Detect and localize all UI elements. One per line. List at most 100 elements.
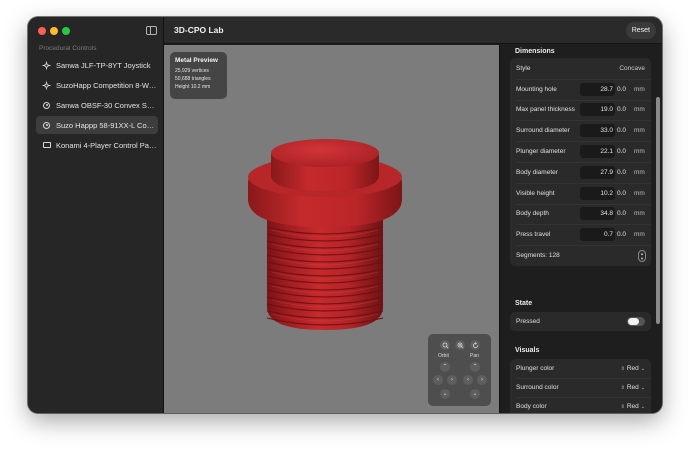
visuals-heading: Visuals xyxy=(515,347,540,354)
dimension-value-field[interactable]: 19.0 xyxy=(580,103,615,117)
dimension-unit: mm xyxy=(634,127,645,135)
sidebar-item-label: Konami 4-Player Control Panel xyxy=(56,140,158,150)
dimension-unit: mm xyxy=(634,168,645,176)
orbit-right-icon[interactable]: › xyxy=(447,375,457,385)
metal-preview-info: Metal Preview 25,929 vertices 50,688 tri… xyxy=(170,52,227,99)
style-value[interactable]: Concave xyxy=(619,65,645,72)
joystick-icon xyxy=(42,61,51,70)
dimension-label: Visible height xyxy=(516,189,555,197)
color-label: Surround color xyxy=(516,384,559,391)
dimension-label: Body depth xyxy=(516,210,549,218)
panel-icon xyxy=(42,141,51,150)
minimize-window-button[interactable] xyxy=(50,27,58,35)
zoom-in-icon[interactable] xyxy=(455,340,465,350)
plunger-color-row: Plunger color ⇳ Red ⌄ xyxy=(510,359,651,378)
rotate-icon[interactable] xyxy=(470,340,480,350)
color-label: Body color xyxy=(516,403,547,410)
dimension-label: Surround diameter xyxy=(516,127,570,135)
sidebar-item-label: Suzo Happp 58-91XX-L Concave xyxy=(56,120,158,130)
sidebar-item-sanwa-button[interactable]: Sanwa OBSF-30 Convex Snap-in xyxy=(36,96,158,114)
button-icon xyxy=(42,101,51,110)
orbit-up-icon[interactable]: ⌃ xyxy=(440,362,450,372)
model-height: Height 10.2 mm xyxy=(175,84,211,90)
dimension-unit: mm xyxy=(634,106,645,114)
pressed-toggle[interactable] xyxy=(627,317,645,326)
color-value: Red xyxy=(626,384,639,391)
sidebar-item-konami-panel[interactable]: Konami 4-Player Control Panel xyxy=(36,136,158,154)
dimension-row-plunger-diameter: Plunger diameter 22.1 0.0 mm xyxy=(510,141,651,162)
dimension-offset[interactable]: 0.0 xyxy=(617,190,626,197)
body-color-picker[interactable]: ⇳ Red ⌄ xyxy=(621,403,645,410)
pan-right-icon[interactable]: › xyxy=(477,375,487,385)
dimension-value-field[interactable]: 0.7 xyxy=(580,228,615,242)
dimension-label: Body diameter xyxy=(516,168,558,176)
pan-label: Pan xyxy=(470,353,479,359)
dimension-label: Press travel xyxy=(516,231,551,239)
dimension-offset[interactable]: 0.0 xyxy=(617,106,626,113)
inspector-scrollbar[interactable] xyxy=(656,97,660,324)
dimension-value-field[interactable]: 33.0 xyxy=(580,124,615,138)
dimension-value-field[interactable]: 27.9 xyxy=(580,165,615,179)
pressed-row: Pressed xyxy=(510,312,651,331)
dimension-row-max-panel-thickness: Max panel thickness 19.0 0.0 mm xyxy=(510,100,651,121)
dimension-row-body-depth: Body depth 34.8 0.0 mm xyxy=(510,204,651,225)
dimension-row-surround-diameter: Surround diameter 33.0 0.0 mm xyxy=(510,120,651,141)
dimension-offset[interactable]: 0.0 xyxy=(617,127,626,134)
orbit-down-icon[interactable]: ⌄ xyxy=(440,389,450,399)
color-label: Plunger color xyxy=(516,365,555,372)
sidebar-heading: Procedural Controls xyxy=(39,45,97,52)
plunger-color-picker[interactable]: ⇳ Red ⌄ xyxy=(621,365,645,372)
dimension-offset[interactable]: 0.0 xyxy=(617,231,626,238)
pan-down-icon[interactable]: ⌄ xyxy=(470,389,480,399)
zoom-out-icon[interactable] xyxy=(440,340,450,350)
pan-up-icon[interactable]: ⌃ xyxy=(470,362,480,372)
orbit-label: Orbit xyxy=(438,353,449,359)
joystick-icon xyxy=(42,81,51,90)
state-card: Pressed xyxy=(510,312,651,331)
reset-button[interactable]: Reset xyxy=(625,22,656,39)
style-row[interactable]: Style Concave xyxy=(510,58,651,79)
dimension-row-press-travel: Press travel 0.7 0.0 mm xyxy=(510,224,651,245)
dimension-value-field[interactable]: 28.7 xyxy=(580,82,615,96)
color-value: Red xyxy=(626,403,639,410)
orbit-left-icon[interactable]: ‹ xyxy=(433,375,443,385)
surround-color-row: Surround color ⇳ Red ⌄ xyxy=(510,378,651,397)
zoom-window-button[interactable] xyxy=(62,27,70,35)
sidebar-toggle-icon[interactable] xyxy=(146,26,157,35)
segments-row: Segments: 128 ▴ ▾ xyxy=(510,245,651,266)
sidebar-item-label: Sanwa OBSF-30 Convex Snap-in xyxy=(56,100,158,110)
app-title: 3D-CPO Lab xyxy=(174,25,224,35)
sidebar: Procedural Controls Sanwa JLF-TP-8YT Joy… xyxy=(28,17,164,413)
dimension-label: Max panel thickness xyxy=(516,106,575,114)
sidebar-item-suzo-happ-button[interactable]: Suzo Happp 58-91XX-L Concave xyxy=(36,116,158,134)
dimension-unit: mm xyxy=(634,148,645,156)
dimension-offset[interactable]: 0.0 xyxy=(617,210,626,217)
title-bar: 3D-CPO Lab Reset xyxy=(164,17,662,44)
state-heading: State xyxy=(515,300,533,307)
dimension-value-field[interactable]: 10.2 xyxy=(580,186,615,200)
dimension-offset[interactable]: 0.0 xyxy=(617,169,626,176)
dimension-unit: mm xyxy=(634,210,645,218)
app-window: Procedural Controls Sanwa JLF-TP-8YT Joy… xyxy=(28,17,662,413)
dimension-value-field[interactable]: 34.8 xyxy=(580,207,615,221)
dimension-unit: mm xyxy=(634,189,645,197)
segments-label: Segments: 128 xyxy=(516,252,560,260)
pan-left-icon[interactable]: ‹ xyxy=(463,375,473,385)
segments-stepper[interactable]: ▴ ▾ xyxy=(638,249,646,262)
dimension-unit: mm xyxy=(634,231,645,239)
metal-preview-viewport[interactable]: Metal Preview 25,929 vertices 50,688 tri… xyxy=(164,45,499,413)
preview-title: Metal Preview xyxy=(175,57,218,64)
body-color-row: Body color ⇳ Red ⌄ xyxy=(510,397,651,413)
sidebar-item-label: SuzoHapp Competition 8-Way Joystick xyxy=(56,80,158,90)
dimension-label: Mounting hole xyxy=(516,85,557,93)
dimension-offset[interactable]: 0.0 xyxy=(617,86,626,93)
triangle-count: 50,688 triangles xyxy=(175,76,211,82)
surround-color-picker[interactable]: ⇳ Red ⌄ xyxy=(621,384,645,391)
dimension-row-mounting-hole: Mounting hole 28.7 0.0 mm xyxy=(510,79,651,100)
dimension-value-field[interactable]: 22.1 xyxy=(580,145,615,159)
dimension-unit: mm xyxy=(634,85,645,93)
sidebar-item-suzohapp-joystick[interactable]: SuzoHapp Competition 8-Way Joystick xyxy=(36,76,158,94)
sidebar-item-sanwa-joystick[interactable]: Sanwa JLF-TP-8YT Joystick xyxy=(36,56,158,74)
close-window-button[interactable] xyxy=(38,27,46,35)
dimension-offset[interactable]: 0.0 xyxy=(617,148,626,155)
